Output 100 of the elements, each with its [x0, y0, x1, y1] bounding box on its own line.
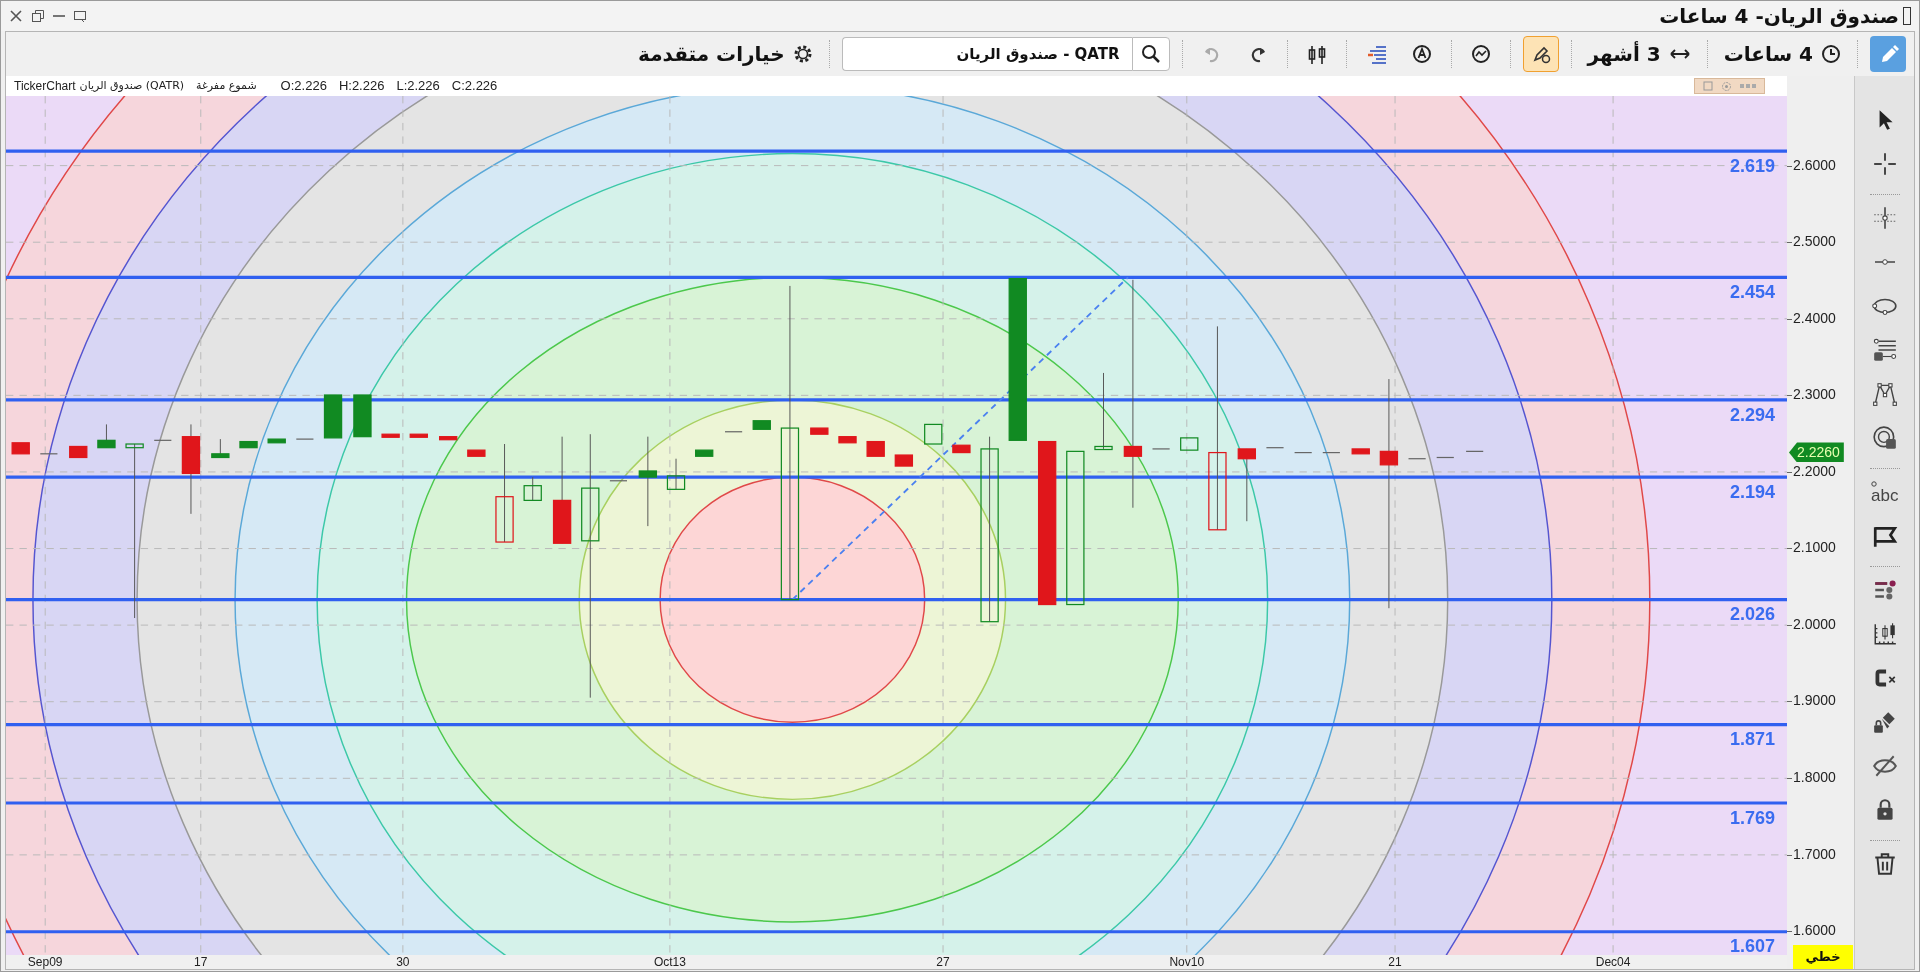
- pattern-icon: [1871, 381, 1898, 407]
- draw-button[interactable]: [1870, 36, 1906, 72]
- clock-icon: [1821, 44, 1841, 64]
- fib-circle-icon: [1871, 425, 1898, 451]
- candle: [894, 454, 914, 467]
- chart-type: شموع مفرغة: [196, 77, 257, 94]
- price-tick: 1.8000: [1793, 770, 1836, 784]
- ohlc-value: H:2.226: [338, 77, 385, 96]
- candle: [752, 420, 771, 430]
- candle: [353, 394, 372, 438]
- date-label: 17: [194, 956, 208, 968]
- price-tick: 2.2000: [1793, 463, 1836, 478]
- close-button[interactable]: [9, 9, 23, 23]
- candle: [1322, 451, 1341, 454]
- hide-icon: [1871, 753, 1898, 779]
- candle: [666, 458, 686, 490]
- letter-a-circle-icon: [1411, 44, 1432, 64]
- drawing-settings-button[interactable]: [1522, 36, 1559, 72]
- gear-icon: [792, 44, 813, 64]
- fib-level-label: 1.769: [1729, 808, 1775, 827]
- candle: [1351, 448, 1370, 455]
- candle: [695, 449, 714, 457]
- dots-icon: [1740, 83, 1756, 89]
- trend-line[interactable]: [791, 276, 1129, 601]
- date-label: Nov10: [1169, 956, 1205, 968]
- price-tick: 1.9000: [1793, 693, 1836, 708]
- restore-button[interactable]: [31, 9, 45, 23]
- price-tick: 2.5000: [1793, 234, 1836, 249]
- search-button[interactable]: [1131, 37, 1170, 71]
- candle: [267, 438, 286, 444]
- price-tick: 1.6000: [1793, 923, 1836, 938]
- square-icon: [1703, 81, 1713, 91]
- advanced-options-button[interactable]: خيارات متقدمة: [634, 36, 817, 72]
- candle: [523, 476, 542, 501]
- interval-button[interactable]: 4 ساعات: [1719, 36, 1845, 72]
- candle: [381, 433, 400, 438]
- lock-drawing-icon: [1871, 709, 1898, 735]
- crosshair-dotted-icon: [1871, 205, 1898, 231]
- date-label: 27: [936, 956, 950, 968]
- last-price-tag: 2.2260: [1789, 442, 1844, 463]
- candle: [810, 427, 829, 435]
- ohlc-value: C:2.226: [451, 77, 498, 96]
- price-tick: 2.4000: [1793, 310, 1836, 325]
- fib-icon: [1871, 337, 1898, 363]
- text-tool-button[interactable]: abc: [1862, 470, 1907, 514]
- ohlc-value: L:2.226: [396, 77, 440, 96]
- candle: [69, 445, 88, 459]
- scale-mode-button[interactable]: خطي: [1793, 945, 1853, 969]
- candle: [439, 436, 458, 441]
- window-button[interactable]: [73, 9, 87, 23]
- price-tick: 2.6000: [1793, 157, 1836, 172]
- tool-label: abc: [1871, 486, 1899, 504]
- candle: [239, 440, 258, 449]
- app-name: TickerChart: [14, 78, 76, 95]
- candle: [952, 444, 971, 454]
- fib-level-label: 2.454: [1729, 283, 1775, 302]
- symbol-name: صندوق الريان (QATR): [79, 77, 185, 94]
- candle: [11, 442, 30, 455]
- fib-level-label: 2.619: [1729, 157, 1775, 176]
- date-label: Oct13: [653, 956, 686, 968]
- price-tick: 2.1000: [1793, 540, 1836, 555]
- candle: [211, 438, 230, 459]
- candle: [97, 423, 116, 449]
- candle: [924, 423, 943, 445]
- dot-icon: [1871, 480, 1877, 487]
- candle: [409, 433, 428, 438]
- bars-icon: [1365, 44, 1386, 64]
- wave-icon: [1470, 44, 1491, 64]
- crosshair-icon: [1871, 151, 1898, 177]
- app-icon: [1903, 7, 1911, 25]
- double-arrow-icon: [1668, 47, 1691, 61]
- symbol-field[interactable]: QATR - صندوق الريان: [841, 37, 1132, 71]
- close-icon: [9, 9, 23, 23]
- fib-level-label: 2.294: [1729, 405, 1775, 424]
- candles-icon: [1306, 44, 1327, 64]
- candle: [323, 394, 343, 439]
- fib-level-label: 2.026: [1729, 605, 1775, 624]
- gear-icon: [1721, 80, 1732, 92]
- candle: [838, 436, 857, 444]
- date-label: 21: [1388, 956, 1402, 968]
- candle: [1436, 456, 1455, 459]
- date-label: Dec04: [1595, 956, 1631, 968]
- fib-level-label: 1.871: [1729, 730, 1775, 749]
- period-button[interactable]: 3 أشهر: [1583, 36, 1695, 72]
- candle: [1180, 437, 1199, 451]
- price-tick: 2.0000: [1793, 616, 1836, 631]
- window-icon: [73, 9, 87, 23]
- candle: [467, 449, 486, 457]
- ohlc-value: O:2.226: [280, 77, 327, 96]
- date-label: Sep09: [27, 956, 63, 968]
- fib-level-label: 1.607: [1729, 937, 1775, 955]
- search-icon: [1140, 44, 1161, 64]
- candle: [1293, 451, 1313, 454]
- date-label: 30: [396, 956, 410, 968]
- fib-level-label: 2.194: [1729, 482, 1775, 501]
- candle: [866, 440, 885, 457]
- price-tick: 1.7000: [1793, 846, 1836, 861]
- window-title: صندوق الريان- 4 ساعات: [1659, 3, 1899, 30]
- restore-icon: [31, 9, 45, 23]
- minimize-icon: [53, 15, 65, 17]
